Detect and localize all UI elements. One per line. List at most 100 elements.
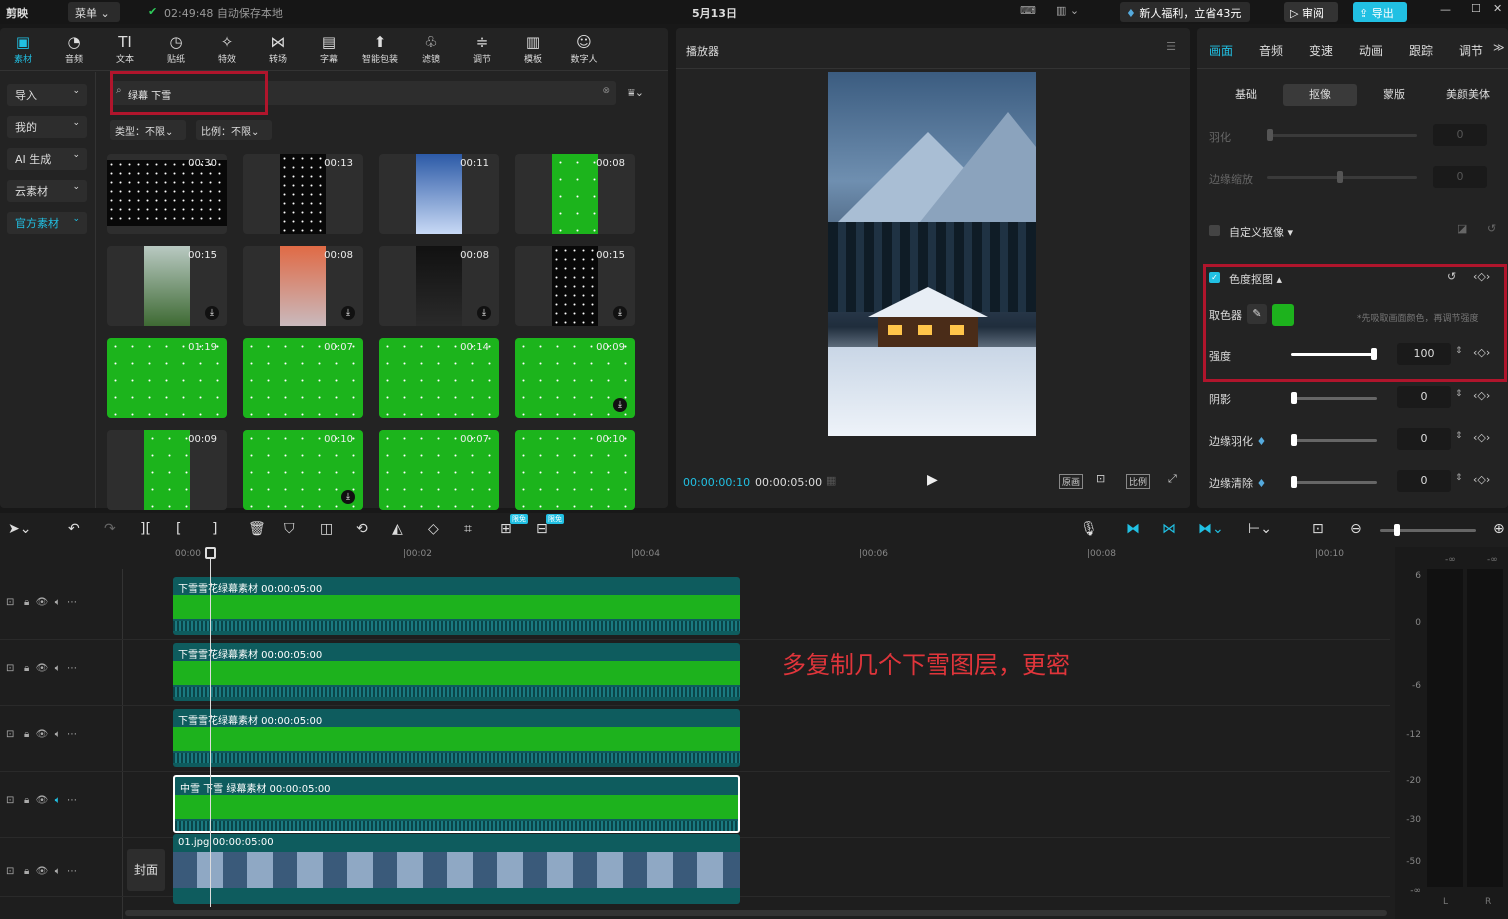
playhead[interactable] [210,547,211,907]
eye-icon[interactable]: 👁︎ [36,597,49,608]
media-thumbnail[interactable]: 00:15 ⤓ [515,246,635,326]
sidebar-item-4[interactable]: 官方素材 ⌄ [7,212,87,234]
edge-feather-value[interactable]: 0 [1397,428,1451,450]
export-button[interactable]: ⇪ 导出 [1353,2,1407,22]
stepper-icon[interactable]: ⇕ [1455,346,1463,356]
lock-icon[interactable]: 🔒︎ [24,729,29,740]
linkage-icon[interactable]: ⧓⌄ [1198,521,1224,537]
redo-icon[interactable]: ↷ [104,521,116,537]
media-thumbnail[interactable]: 00:30 [107,154,227,234]
volume-icon[interactable]: 🔈︎ [55,795,61,806]
property-tab-2[interactable]: 变速 [1309,42,1333,59]
lock-icon[interactable]: 🔒︎ [24,866,29,877]
filter-icon[interactable]: ⩸⌄ [628,86,644,100]
strength-slider[interactable] [1291,348,1377,360]
chroma-label[interactable]: 色度抠图 ▴ [1229,271,1282,287]
frame-icon[interactable]: ⊡ [6,795,14,806]
eye-icon[interactable]: 👁︎ [36,663,49,674]
tool-tab-9[interactable]: ≑ 调节 [459,32,505,68]
tool-tab-11[interactable]: ☺ 数字人 [561,32,607,68]
download-icon[interactable]: ⤓ [613,306,627,320]
tool-tab-8[interactable]: ♧ 滤镜 [408,32,454,68]
cover-button[interactable]: 封面 [127,849,165,891]
edge-feather-slider[interactable] [1291,434,1377,446]
time-ruler[interactable]: 00:00 |00:02 |00:04 |00:06 |00:08 |00:10 [173,547,1395,565]
ratio-button[interactable]: 比例 [1126,474,1151,489]
delete-icon[interactable]: 🗑 [248,521,266,537]
ratio-filter[interactable]: 比例：不限⌄ [196,120,272,140]
frame-icon[interactable]: ⊡ [6,729,14,740]
zoom-slider[interactable] [1380,524,1476,536]
frame-icon[interactable]: ⊡ [6,597,14,608]
shadow-value[interactable]: 0 [1397,386,1451,408]
split-right-icon[interactable]: ] [212,521,217,537]
media-thumbnail[interactable]: 00:10 [515,430,635,510]
video-preview[interactable] [828,72,1036,436]
media-thumbnail[interactable]: 00:15 ⤓ [107,246,227,326]
media-thumbnail[interactable]: 00:11 [379,154,499,234]
custom-cutout-checkbox[interactable] [1209,225,1220,236]
undo-icon[interactable]: ↶ [68,521,80,537]
keyframe-icon[interactable]: ‹◇› [1473,473,1490,486]
review-button[interactable]: ▷ 审阅 [1284,2,1338,22]
custom-cutout-label[interactable]: 自定义抠像 ▾ [1229,224,1293,240]
rotate-icon[interactable]: ◇ [428,521,439,537]
property-tab-3[interactable]: 动画 [1359,42,1383,59]
edge-scale-slider[interactable] [1267,171,1417,183]
download-icon[interactable]: ⤓ [341,490,355,504]
keyframe-icon[interactable]: ‹◇› [1473,346,1490,359]
media-thumbnail[interactable]: 00:07 [379,430,499,510]
timeline-clip[interactable]: 下雪雪花绿幕素材 00:00:05:00 [173,643,740,701]
cutout-subtab-2[interactable]: 蒙版 [1357,84,1431,106]
type-filter[interactable]: 类型：不限⌄ [110,120,186,140]
download-icon[interactable]: ⤓ [341,306,355,320]
more-icon[interactable]: ⋯ [67,866,77,877]
shadow-slider[interactable] [1291,392,1377,404]
link-icon[interactable]: ⧓ [1126,521,1140,537]
more-icon[interactable]: ⋯ [67,795,77,806]
keyframe-icon[interactable]: ‹◇› [1473,431,1490,444]
reset-icon[interactable]: ↺ [1487,222,1496,235]
shield-icon[interactable]: ⛉ [284,521,295,537]
download-icon[interactable]: ⤓ [477,306,491,320]
reverse-icon[interactable]: ⟲ [356,521,368,537]
cutout-subtab-3[interactable]: 美颜美体 [1431,84,1505,106]
cutout-subtab-1[interactable]: 抠像 [1283,84,1357,106]
split-icon[interactable]: ][ [140,521,151,537]
promo-button[interactable]: ♦ 新人福利，立省43元 [1120,2,1250,22]
volume-icon[interactable]: 🔈︎ [55,663,61,674]
tool-tab-7[interactable]: ⬆ 智能包装 [357,32,403,68]
media-thumbnail[interactable]: 00:09 ⤓ [515,338,635,418]
media-thumbnail[interactable]: 00:14 [379,338,499,418]
feather-slider[interactable] [1267,129,1417,141]
media-thumbnail[interactable]: 00:10 ⤓ [243,430,363,510]
media-thumbnail[interactable]: 00:08 ⤓ [243,246,363,326]
stepper-icon[interactable]: ⇕ [1455,389,1463,399]
lock-icon[interactable]: 🔒︎ [24,795,29,806]
timeline-clip[interactable]: 中雪 下雪 绿幕素材 00:00:05:00 [173,775,740,833]
keyframe-icon[interactable]: ‹◇› [1473,389,1490,402]
volume-icon[interactable]: 🔈︎ [55,597,61,608]
tool-tab-10[interactable]: ▥ 模板 [510,32,556,68]
keyframe-icon[interactable]: ‹◇› [1473,270,1490,283]
menu-button[interactable]: 菜单 ⌄ [68,2,120,22]
screenshot-icon[interactable]: ⊡ [1096,472,1105,485]
clear-icon[interactable]: ⊗ [602,86,610,96]
media-thumbnail[interactable]: 00:08 ⤓ [379,246,499,326]
close-icon[interactable]: ✕ [1493,2,1502,15]
timeline-clip[interactable]: 01.jpg 00:00:05:00 [173,834,740,904]
minimize-icon[interactable]: — [1440,3,1451,16]
select-tool-icon[interactable]: ➤⌄ [8,521,31,537]
eye-icon[interactable]: 👁︎ [36,795,49,806]
more-icon[interactable]: ⋯ [67,597,77,608]
sidebar-item-3[interactable]: 云素材 ⌄ [7,180,87,202]
edge-scale-value[interactable]: 0 [1433,166,1487,188]
tool-tab-1[interactable]: ◔ 音频 [51,32,97,68]
crop-icon[interactable]: ⌗ [464,521,472,537]
layout-icon[interactable]: ▥ ⌄ [1056,4,1079,17]
preview-axis-icon[interactable]: ⊢⌄ [1248,521,1272,537]
stepper-icon[interactable]: ⇕ [1455,473,1463,483]
feather-value[interactable]: 0 [1433,124,1487,146]
eye-icon[interactable]: 👁︎ [36,729,49,740]
waveform-icon[interactable]: ▦ [826,474,836,487]
